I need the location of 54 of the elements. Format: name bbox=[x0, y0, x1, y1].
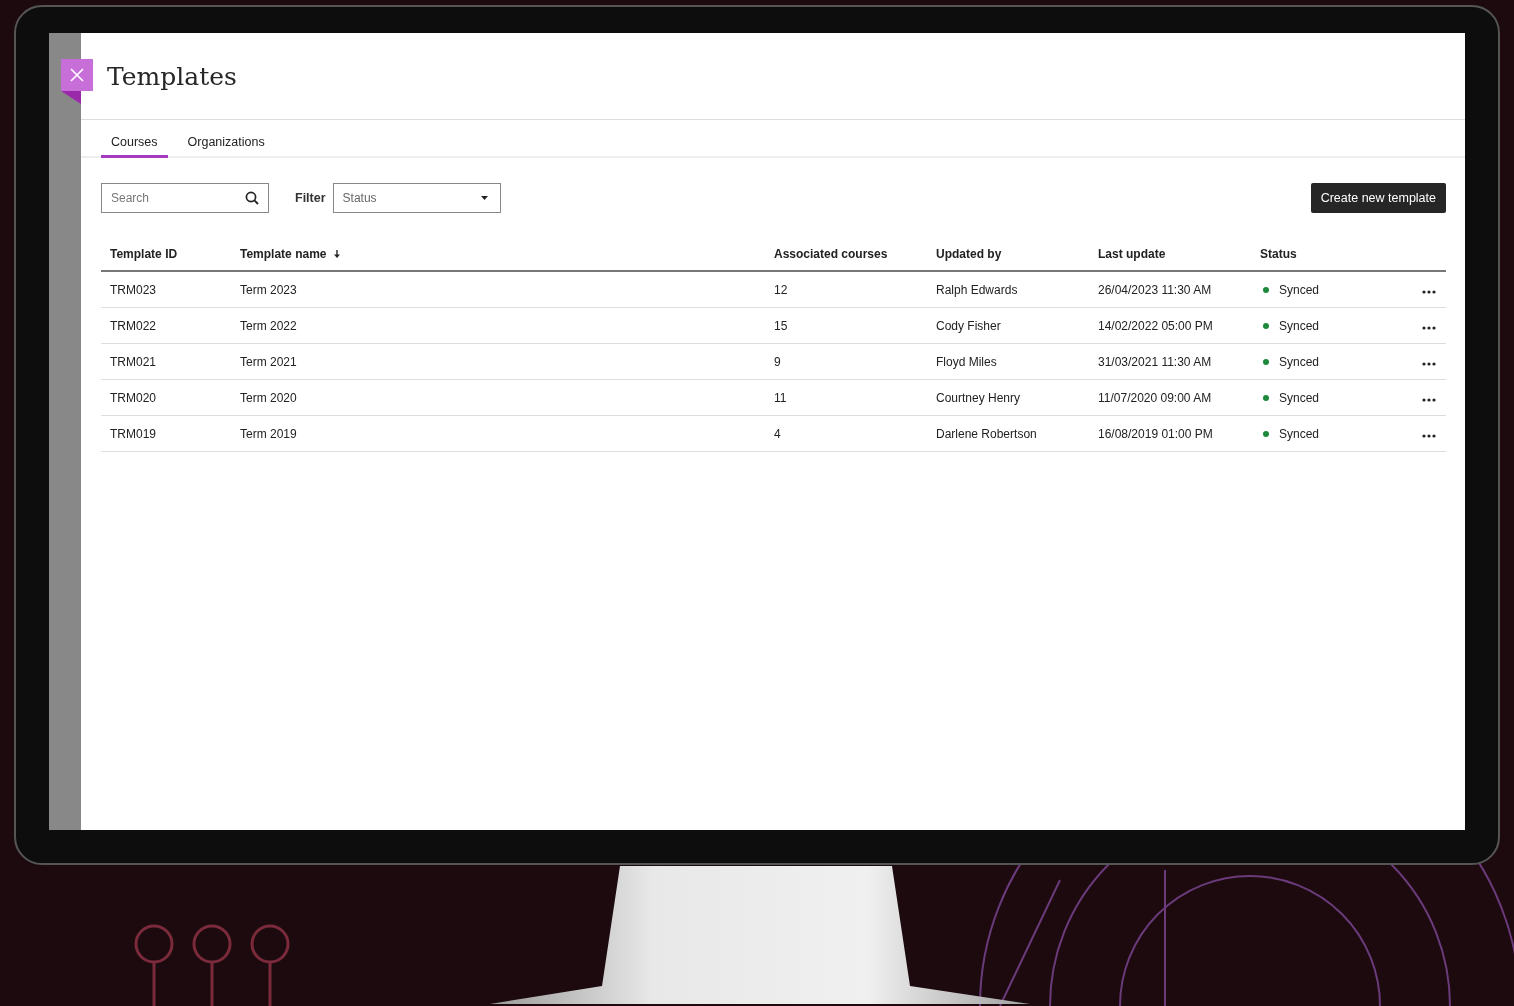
table-cell: 26/04/2023 11:30 AM bbox=[1098, 282, 1212, 297]
table-cell: 11/07/2020 09:00 AM bbox=[1098, 390, 1212, 405]
table-cell: 15 bbox=[774, 318, 788, 333]
table-cell: 11 bbox=[774, 390, 787, 405]
table-cell: Courtney Henry bbox=[936, 390, 1021, 405]
table-cell: 4 bbox=[774, 426, 781, 441]
ribbon-fold bbox=[61, 91, 81, 104]
status-text: Synced bbox=[1279, 391, 1320, 405]
column-header[interactable]: Status bbox=[1260, 247, 1297, 261]
table-cell: TRM021 bbox=[110, 354, 156, 369]
status-text: Synced bbox=[1279, 319, 1320, 333]
status-text: Synced bbox=[1279, 427, 1320, 441]
table-cell: Term 2021 bbox=[240, 354, 297, 369]
table-cell: Term 2023 bbox=[240, 282, 297, 297]
table-cell: TRM023 bbox=[110, 282, 156, 297]
search-icon bbox=[245, 190, 259, 205]
page-title: Templates bbox=[107, 61, 237, 91]
table-cell: Term 2019 bbox=[240, 426, 297, 441]
filter-label: Filter bbox=[295, 190, 326, 205]
table-cell: 14/02/2022 05:00 PM bbox=[1098, 318, 1213, 333]
tab[interactable]: Organizations bbox=[177, 120, 275, 158]
more-icon bbox=[1422, 361, 1436, 366]
more-icon bbox=[1422, 433, 1436, 438]
table-cell: TRM022 bbox=[110, 318, 156, 333]
more-icon bbox=[1422, 397, 1436, 402]
more-icon bbox=[1422, 325, 1436, 330]
status-dropdown[interactable]: Status bbox=[332, 182, 501, 213]
table-cell: Floyd Miles bbox=[936, 354, 997, 369]
column-header[interactable]: Template ID bbox=[110, 247, 178, 261]
status-text: Synced bbox=[1279, 283, 1320, 297]
close-icon bbox=[70, 68, 84, 82]
table-cell: 31/03/2021 11:30 AM bbox=[1098, 354, 1212, 369]
sort-arrow-icon bbox=[334, 250, 341, 258]
column-header[interactable]: Template name bbox=[240, 247, 341, 261]
table-cell: Cody Fisher bbox=[936, 318, 1001, 333]
table-cell: Term 2020 bbox=[240, 390, 297, 405]
table-cell: 12 bbox=[774, 282, 788, 297]
table-cell: Term 2022 bbox=[240, 318, 297, 333]
table-cell: Darlene Robertson bbox=[936, 426, 1037, 441]
table-cell: 16/08/2019 01:00 PM bbox=[1098, 426, 1213, 441]
column-header[interactable]: Updated by bbox=[936, 247, 1002, 261]
table-cell: TRM020 bbox=[110, 390, 156, 405]
column-header[interactable]: Last update bbox=[1098, 247, 1166, 261]
create-template-button[interactable]: Create new template bbox=[1310, 182, 1446, 213]
more-icon bbox=[1422, 289, 1436, 294]
close-button[interactable] bbox=[61, 59, 93, 91]
column-header[interactable]: Associated courses bbox=[774, 247, 888, 261]
table-cell: Ralph Edwards bbox=[936, 282, 1018, 297]
search-field[interactable]: Search bbox=[101, 182, 269, 213]
tab[interactable]: Courses bbox=[101, 120, 168, 158]
status-text: Synced bbox=[1279, 355, 1320, 369]
caret-icon bbox=[480, 195, 488, 200]
table-cell: TRM019 bbox=[110, 426, 156, 441]
table-cell: 9 bbox=[774, 354, 781, 369]
